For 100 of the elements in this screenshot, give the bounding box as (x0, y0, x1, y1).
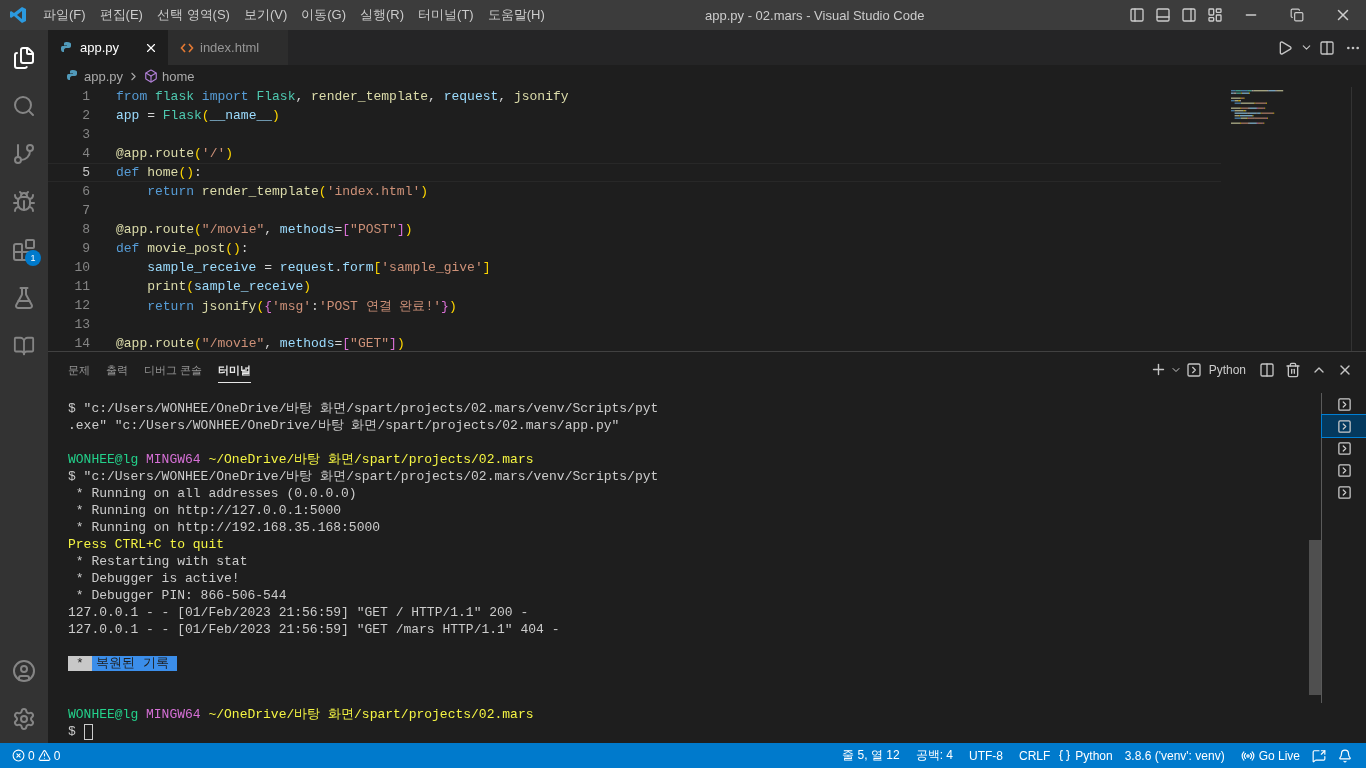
menu-item[interactable]: 도움말(H) (480, 6, 552, 24)
terminal-icon (1336, 418, 1352, 434)
flask-icon[interactable] (12, 286, 36, 310)
panel-tab[interactable]: 출력 (106, 356, 128, 383)
broadcast-icon (1240, 748, 1255, 763)
terminal-text: * Running on http://192.168.35.168:5000 (74, 520, 381, 535)
code-text: @app.route("/movie", methods=["POST"]) (116, 222, 413, 237)
menu-item[interactable]: 선택 영역(S) (149, 6, 237, 24)
bug-icon[interactable] (12, 190, 36, 214)
book-icon[interactable] (13, 335, 35, 357)
menu-item[interactable]: 터미널(T) (411, 6, 481, 24)
terminal-text: * Running on all addresses (0.0.0.0) (74, 486, 357, 501)
code-text: print(sample_receive) (146, 279, 312, 294)
breadcrumb-item[interactable]: home (162, 68, 195, 84)
line-number: 5 (81, 165, 91, 180)
line-number: 9 (81, 241, 91, 256)
line-number: 12 (73, 298, 91, 313)
line-number: 14 (73, 336, 91, 351)
status-item[interactable]: 줄 5, 열 12 (842, 747, 900, 764)
warning-count[interactable]: 0 (53, 748, 61, 763)
panel-tab[interactable]: 터미널 (218, 356, 252, 383)
terminal-icon (1336, 484, 1352, 500)
terminal-text: Press CTRL+C to quit (68, 537, 225, 552)
panel-tab[interactable]: 디버그 콘솔 (144, 356, 203, 383)
terminal-icon (1185, 361, 1202, 378)
panel-tab[interactable]: 문제 (68, 356, 90, 383)
code-text: @app.route("/movie", methods=["GET"]) (116, 336, 405, 351)
restore-icon[interactable] (1290, 8, 1304, 22)
terminal-icon (1336, 396, 1352, 412)
restored-history-label: 복원된 기록 (91, 656, 177, 671)
language-mode[interactable]: Python (1075, 748, 1113, 763)
menu-item[interactable]: 편집(E) (92, 6, 150, 24)
restored-marker: * (68, 656, 92, 671)
menu-item[interactable]: 보기(V) (236, 6, 295, 24)
split-editor-icon[interactable] (1319, 39, 1335, 56)
status-item[interactable]: CRLF (1018, 748, 1051, 763)
line-number: 13 (73, 317, 91, 332)
code-text: def movie_post(): (116, 241, 249, 256)
search-icon[interactable] (12, 94, 36, 118)
editor-tab[interactable]: index.html (168, 30, 288, 65)
account-icon[interactable] (12, 659, 36, 683)
status-item[interactable]: UTF-8 (968, 748, 1003, 763)
terminal-icon (1336, 440, 1352, 456)
split-terminal-icon[interactable] (1259, 361, 1275, 378)
run-icon[interactable] (1277, 39, 1293, 56)
menu-item[interactable]: 실행(R) (353, 6, 412, 24)
menu-item[interactable]: 파일(F) (36, 6, 93, 24)
terminal-text: $ "c:/Users/WONHEE/OneDrive/바탕 화면/spart/projects/02.mars/venv/Scripts/pyt (68, 469, 659, 484)
line-number: 6 (81, 184, 91, 199)
cube-icon (144, 69, 159, 83)
panel-toggle-icon[interactable] (1155, 7, 1171, 23)
breadcrumb-item[interactable]: app.py (84, 68, 124, 84)
braces-icon (1058, 749, 1072, 762)
line-number: 10 (73, 260, 91, 275)
line-number: 1 (81, 89, 91, 104)
terminal-text: 127.0.0.1 - - [01/Feb/2023 21:56:59] "GET /mars HTTP/1.1" 404 - (68, 622, 560, 637)
window-title: app.py - 02.mars - Visual Studio Code (705, 7, 925, 23)
editor-tab[interactable]: app.py (48, 30, 168, 65)
secondary-sidebar-icon[interactable] (1181, 7, 1197, 23)
feedback-icon[interactable] (1312, 748, 1326, 763)
status-item[interactable]: 3.8.6 ('venv': venv) (1124, 748, 1225, 763)
app-logo-icon (9, 6, 27, 24)
terminal-text: .exe" "c:/Users/WONHEE/OneDrive/바탕 화면/spart/projects/02.mars/app.py" (68, 418, 620, 433)
terminal-text: MINGW64 (146, 707, 202, 722)
line-number: 8 (81, 222, 91, 237)
terminal-instance[interactable] (1322, 415, 1366, 437)
terminal-text: * Running on http://127.0.0.1:5000 (74, 503, 342, 518)
terminal-text: * Debugger PIN: 866-506-544 (74, 588, 287, 603)
code-text: app = Flask(__name__) (116, 108, 280, 123)
files-icon[interactable] (12, 46, 36, 70)
extensions-icon[interactable] (12, 238, 36, 262)
code-text: def home(): (116, 165, 202, 180)
terminal-icon (1336, 462, 1352, 478)
terminal-text: $ "c:/Users/WONHEE/OneDrive/바탕 화면/spart/projects/02.mars/venv/Scripts/pyt (68, 401, 659, 416)
code-text: return jsonify({'msg':'POST 연결 완료!'}) (146, 297, 457, 315)
scrollbar-thumb[interactable] (1309, 540, 1321, 695)
terminal-text: * Debugger is active! (74, 571, 240, 586)
menu-item[interactable]: 이동(G) (294, 6, 354, 24)
count-badge: 1 (25, 250, 41, 266)
cursor (83, 723, 93, 740)
code-text: from flask import Flask, render_template, request, jsonify (116, 89, 569, 104)
branch-icon[interactable] (12, 142, 36, 166)
line-number: 3 (81, 127, 91, 142)
python-icon (60, 40, 74, 55)
trash-icon[interactable] (1285, 361, 1301, 378)
sidebar-toggle-icon[interactable] (1129, 7, 1145, 23)
error-icon (12, 749, 25, 762)
terminal-text: ~/OneDrive/바탕 화면/spart/projects/02.mars (208, 452, 534, 467)
python-icon (66, 69, 80, 83)
layout-icon[interactable] (1207, 7, 1223, 23)
line-number: 2 (81, 108, 91, 123)
terminal-name[interactable]: Python (1208, 362, 1246, 377)
bell-icon[interactable] (1338, 748, 1352, 763)
go-live-button[interactable]: Go Live (1258, 748, 1300, 763)
status-item[interactable]: 공백: 4 (915, 747, 953, 764)
settings-icon[interactable] (12, 707, 36, 731)
line-number: 4 (81, 146, 91, 161)
code-text: return render_template('index.html') (146, 184, 429, 199)
error-count[interactable]: 0 (28, 748, 35, 763)
warning-icon (37, 749, 51, 762)
